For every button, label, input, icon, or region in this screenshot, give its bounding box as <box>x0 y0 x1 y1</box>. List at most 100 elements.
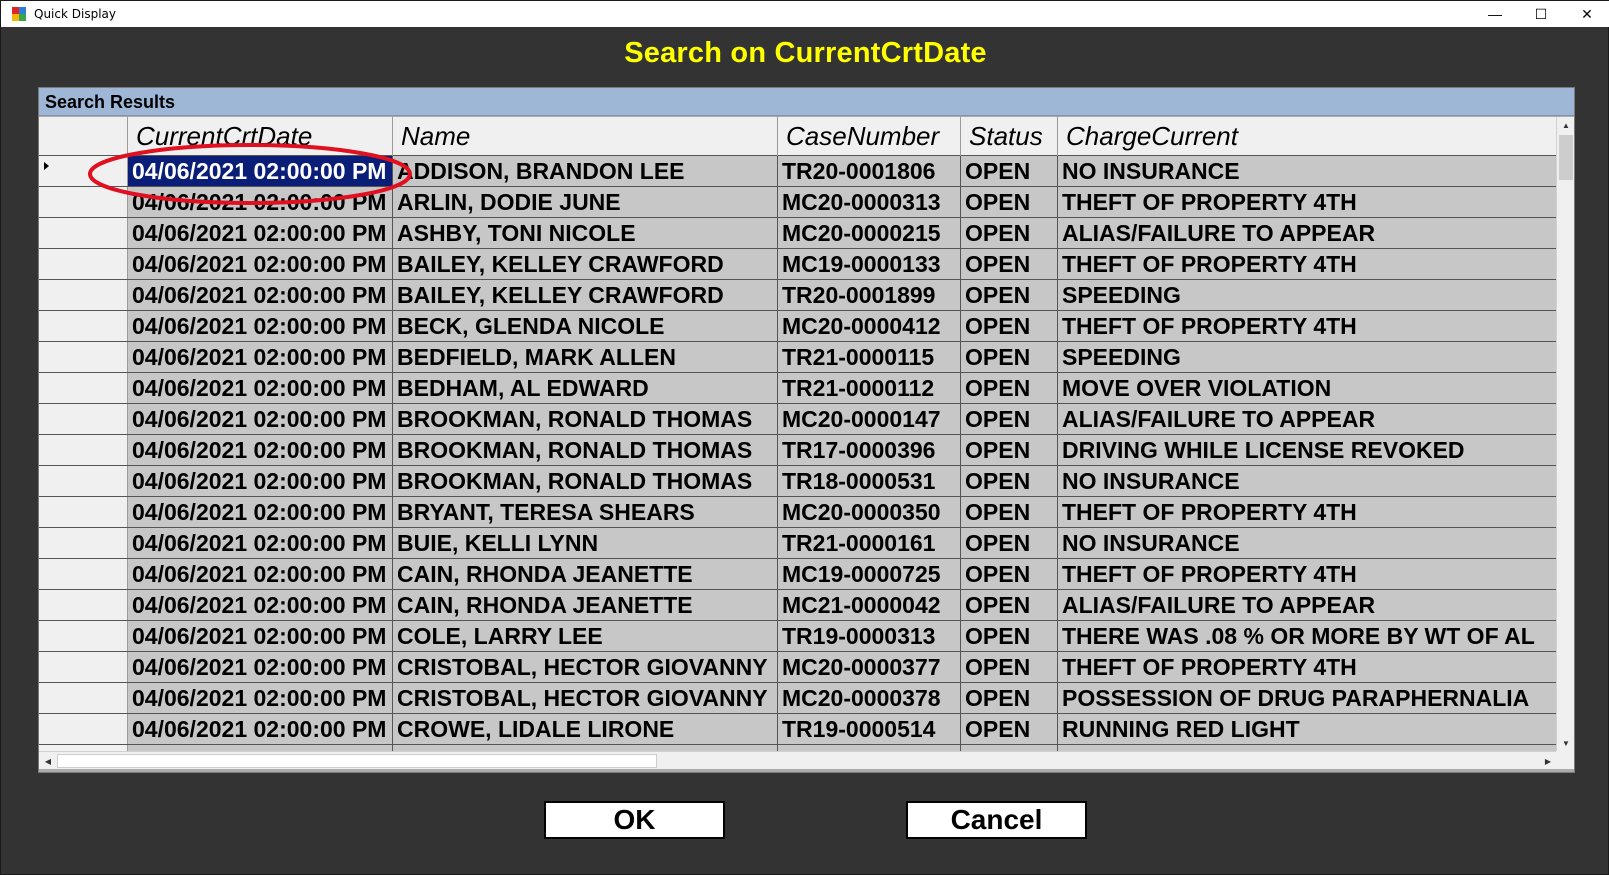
cell-name[interactable]: CAIN, RHONDA JEANETTE <box>393 559 778 589</box>
cell-casenumber[interactable]: TR19-0000514 <box>778 714 961 744</box>
cell-chargecurrent[interactable]: POSSESSION OF DRUG PARAPHERNALIA <box>1058 683 1557 713</box>
table-row[interactable]: 04/06/2021 02:00:00 PM BEDFIELD, MARK ALL… <box>39 342 1557 373</box>
header-name[interactable]: Name <box>393 117 778 156</box>
row-header[interactable] <box>39 528 128 558</box>
cell-status[interactable]: OPEN <box>961 404 1058 434</box>
cell-currentcrtdate[interactable]: 04/06/2021 02:00:00 PM <box>128 249 393 279</box>
header-currentcrtdate[interactable]: CurrentCrtDate <box>128 117 393 156</box>
cell-casenumber[interactable]: MC20-0000378 <box>778 683 961 713</box>
row-header[interactable] <box>39 621 128 651</box>
cell-currentcrtdate[interactable]: 04/06/2021 02:00:00 PM <box>128 435 393 465</box>
cell-chargecurrent[interactable]: THEFT OF PROPERTY 4TH <box>1058 249 1557 279</box>
cell-currentcrtdate[interactable]: 04/06/2021 02:00:00 PM <box>128 218 393 248</box>
scroll-left-icon[interactable]: ◀ <box>39 752 57 770</box>
cell-casenumber[interactable]: TR21-0000112 <box>778 373 961 403</box>
cell-chargecurrent[interactable]: SPEEDING <box>1058 342 1557 372</box>
cell-casenumber[interactable]: MC20-0000412 <box>778 311 961 341</box>
cell-casenumber[interactable]: MC19-0000133 <box>778 249 961 279</box>
ok-button[interactable]: OK <box>544 801 725 839</box>
cell-status[interactable]: OPEN <box>961 683 1058 713</box>
cell-status[interactable]: OPEN <box>961 466 1058 496</box>
table-row[interactable]: 04/06/2021 02:00:00 PM BAILEY, KELLEY CRA… <box>39 280 1557 311</box>
cell-chargecurrent[interactable]: SPEEDING <box>1058 280 1557 310</box>
table-row[interactable]: 04/06/2021 02:00:00 PM BAILEY, KELLEY CRA… <box>39 249 1557 280</box>
table-row[interactable]: 04/06/2021 02:00:00 PM ASHBY, TONI NICOLE… <box>39 218 1557 249</box>
scroll-right-icon[interactable]: ▶ <box>1539 752 1557 770</box>
cell-name[interactable]: BEDFIELD, MARK ALLEN <box>393 342 778 372</box>
cell-status[interactable]: OPEN <box>961 280 1058 310</box>
cell-casenumber[interactable]: MC21-0000042 <box>778 590 961 620</box>
cell-name[interactable]: CRISTOBAL, HECTOR GIOVANNY <box>393 652 778 682</box>
cell-name[interactable]: BRYANT, TERESA SHEARS <box>393 497 778 527</box>
cell-casenumber[interactable]: TR21-0000115 <box>778 342 961 372</box>
cell-casenumber[interactable]: MC20-0000313 <box>778 187 961 217</box>
table-row[interactable]: 04/06/2021 02:00:00 PM CAIN, RHONDA JEANE… <box>39 559 1557 590</box>
cell-currentcrtdate[interactable]: 04/06/2021 02:00:00 PM <box>128 528 393 558</box>
cell-chargecurrent[interactable]: NO INSURANCE <box>1058 528 1557 558</box>
row-header[interactable] <box>39 683 128 713</box>
horizontal-scroll-thumb[interactable] <box>57 754 657 768</box>
cell-chargecurrent[interactable]: NO INSURANCE <box>1058 466 1557 496</box>
cell-name[interactable]: BECK, GLENDA NICOLE <box>393 311 778 341</box>
row-header[interactable] <box>39 590 128 620</box>
cell-status[interactable]: OPEN <box>961 497 1058 527</box>
cell-status[interactable]: OPEN <box>961 218 1058 248</box>
cell-status[interactable]: OPEN <box>961 435 1058 465</box>
vertical-scroll-thumb[interactable] <box>1559 135 1573 180</box>
cell-status[interactable]: OPEN <box>961 311 1058 341</box>
header-chargecurrent[interactable]: ChargeCurrent <box>1058 117 1557 156</box>
title-bar[interactable]: Quick Display — ☐ ✕ <box>1 1 1609 27</box>
cell-currentcrtdate[interactable]: 04/06/2021 02:00:00 PM <box>128 683 393 713</box>
table-row[interactable]: 04/06/2021 02:00:00 PM BEDHAM, AL EDWARD T… <box>39 373 1557 404</box>
cell-name[interactable]: BEDHAM, AL EDWARD <box>393 373 778 403</box>
cell-casenumber[interactable]: TR18-0000531 <box>778 466 961 496</box>
cell-chargecurrent[interactable]: RUNNING RED LIGHT <box>1058 714 1557 744</box>
cell-chargecurrent[interactable]: THEFT OF PROPERTY 4TH <box>1058 652 1557 682</box>
table-row[interactable]: 04/06/2021 02:00:00 PM BUIE, KELLI LYNN TR… <box>39 528 1557 559</box>
cell-chargecurrent[interactable]: ALIAS/FAILURE TO APPEAR <box>1058 218 1557 248</box>
search-results-grid[interactable]: Search Results CurrentCrtDate Name CaseNum… <box>38 87 1575 773</box>
cell-currentcrtdate[interactable]: 04/06/2021 02:00:00 PM <box>128 311 393 341</box>
cell-status[interactable]: OPEN <box>961 714 1058 744</box>
table-row[interactable]: 04/06/2021 02:00:00 PM ARLIN, DODIE JUNE M… <box>39 187 1557 218</box>
maximize-button[interactable]: ☐ <box>1518 1 1564 27</box>
header-status[interactable]: Status <box>961 117 1058 156</box>
cell-currentcrtdate[interactable]: 04/06/2021 02:00:00 PM <box>128 466 393 496</box>
cell-currentcrtdate[interactable]: 04/06/2021 02:00:00 PM <box>128 590 393 620</box>
cell-casenumber[interactable]: TR20-0001806 <box>778 156 961 186</box>
cell-name[interactable]: BROOKMAN, RONALD THOMAS <box>393 466 778 496</box>
cell-status[interactable]: OPEN <box>961 373 1058 403</box>
table-row[interactable]: 04/06/2021 02:00:00 PM COLE, LARRY LEE TR1… <box>39 621 1557 652</box>
table-row[interactable]: 04/06/2021 02:00:00 PM CAIN, RHONDA JEANE… <box>39 590 1557 621</box>
cell-status[interactable]: OPEN <box>961 249 1058 279</box>
cell-status[interactable]: OPEN <box>961 559 1058 589</box>
cell-status[interactable]: OPEN <box>961 342 1058 372</box>
cell-name[interactable]: ADDISON, BRANDON LEE <box>393 156 778 186</box>
cell-status[interactable]: OPEN <box>961 187 1058 217</box>
cell-currentcrtdate[interactable]: 04/06/2021 02:00:00 PM <box>128 404 393 434</box>
row-header[interactable] <box>39 652 128 682</box>
scroll-up-icon[interactable]: ▲ <box>1557 117 1574 133</box>
cell-currentcrtdate[interactable]: 04/06/2021 02:00:00 PM <box>128 187 393 217</box>
row-header[interactable] <box>39 404 128 434</box>
cell-name[interactable]: BAILEY, KELLEY CRAWFORD <box>393 280 778 310</box>
cell-chargecurrent[interactable]: ALIAS/FAILURE TO APPEAR <box>1058 590 1557 620</box>
row-header[interactable] <box>39 714 128 744</box>
row-header[interactable] <box>39 187 128 217</box>
row-header[interactable] <box>39 497 128 527</box>
cell-name[interactable]: BROOKMAN, RONALD THOMAS <box>393 404 778 434</box>
cell-casenumber[interactable]: TR21-0000161 <box>778 528 961 558</box>
minimize-button[interactable]: — <box>1472 1 1518 27</box>
cell-casenumber[interactable]: MC19-0000725 <box>778 559 961 589</box>
row-header[interactable] <box>39 435 128 465</box>
table-row[interactable]: 04/06/2021 02:00:00 PM ADDISON, BRANDON L… <box>39 156 1557 187</box>
cell-chargecurrent[interactable]: THEFT OF PROPERTY 4TH <box>1058 187 1557 217</box>
scroll-down-icon[interactable]: ▼ <box>1557 735 1574 751</box>
cell-chargecurrent[interactable]: THEFT OF PROPERTY 4TH <box>1058 311 1557 341</box>
cell-casenumber[interactable]: MC20-0000147 <box>778 404 961 434</box>
header-casenumber[interactable]: CaseNumber <box>778 117 961 156</box>
cell-chargecurrent[interactable]: DRIVING WHILE LICENSE REVOKED <box>1058 435 1557 465</box>
horizontal-scrollbar[interactable]: ◀ ▶ <box>39 751 1557 769</box>
cell-casenumber[interactable]: TR20-0001899 <box>778 280 961 310</box>
table-row[interactable]: 04/06/2021 02:00:00 PM CRISTOBAL, HECTOR … <box>39 652 1557 683</box>
